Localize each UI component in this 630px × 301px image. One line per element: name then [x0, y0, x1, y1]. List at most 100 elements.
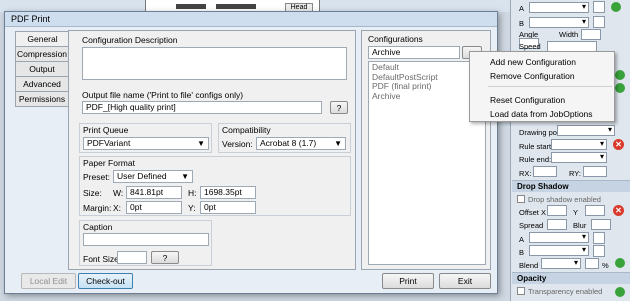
opacity-section: Opacity: [512, 272, 630, 284]
chevron-down-icon: ▼: [181, 172, 189, 181]
general-panel: Configuration Description Output file na…: [68, 30, 356, 270]
offset-y-field[interactable]: [585, 205, 605, 216]
rule-end-dropdown[interactable]: [551, 152, 607, 163]
width-label: W:: [113, 188, 124, 198]
blend-dropdown[interactable]: [541, 258, 581, 269]
configuration-selected-value: Archive: [372, 47, 401, 57]
color-a-swatch[interactable]: [593, 1, 605, 13]
exit-button[interactable]: Exit: [439, 273, 491, 289]
rule-end-label: Rule end:: [519, 155, 552, 164]
shadow-a-swatch[interactable]: [593, 232, 605, 244]
ok-icon: [615, 70, 625, 80]
font-size-button[interactable]: ?: [151, 251, 179, 264]
rule-start-label: Rule start:: [519, 142, 554, 151]
ok-icon: [615, 258, 625, 268]
margin-y-field[interactable]: 0pt: [200, 201, 256, 214]
ry-field[interactable]: [583, 166, 607, 177]
height-label: H:: [188, 188, 197, 198]
color-b-label: B: [519, 19, 525, 28]
chevron-down-icon: ▼: [334, 139, 342, 148]
blur-label: Blur: [573, 221, 587, 230]
configuration-context-menu: Add new Configuration Remove Configurati…: [469, 51, 615, 122]
compatibility-group: Compatibility Version: Acrobat 8 (1.7) ▼: [218, 123, 351, 153]
paper-format-title: Paper Format: [83, 158, 135, 168]
color-a-label: A: [519, 4, 525, 13]
properties-panel: A B Angle Width Speed Drawing pos: Rule …: [510, 0, 630, 301]
margin-x-label: X:: [113, 203, 122, 213]
tab-compression[interactable]: Compression: [15, 46, 69, 62]
speed-label: Speed: [519, 42, 541, 51]
preset-select[interactable]: User Defined ▼: [113, 170, 193, 183]
compatibility-title: Compatibility: [222, 125, 271, 135]
tab-general[interactable]: General: [15, 31, 69, 47]
shadow-a-label: A: [519, 235, 525, 244]
close-icon[interactable]: ✕: [613, 205, 624, 216]
list-item[interactable]: Archive: [369, 91, 485, 102]
spread-field[interactable]: [547, 219, 567, 230]
config-description-field[interactable]: [82, 47, 347, 80]
menu-item-add-configuration[interactable]: Add new Configuration: [490, 57, 576, 67]
menu-item-remove-configuration[interactable]: Remove Configuration: [490, 71, 575, 81]
offset-x-label: Offset X: [519, 208, 546, 217]
output-file-help-button[interactable]: ?: [330, 101, 348, 114]
width-field[interactable]: [581, 29, 601, 40]
spread-label: Spread: [519, 221, 544, 230]
margin-x-field[interactable]: 0pt: [126, 201, 182, 214]
version-select[interactable]: Acrobat 8 (1.7) ▼: [256, 137, 346, 150]
version-label: Version:: [222, 139, 253, 149]
color-a-dropdown[interactable]: [529, 2, 589, 13]
color-b-dropdown[interactable]: [529, 17, 589, 28]
shadow-a-dropdown[interactable]: [529, 232, 589, 243]
width-label: Width: [559, 30, 579, 39]
blend-percent-field[interactable]: [585, 258, 599, 269]
config-description-title: Configuration Description: [82, 35, 178, 45]
transparency-label: Transparency enabled: [528, 287, 603, 296]
menu-item-load-jobopions[interactable]: Load data from JobOptions: [490, 109, 593, 119]
ok-icon: [615, 83, 625, 93]
menu-item-reset-configuration[interactable]: Reset Configuration: [490, 95, 565, 105]
close-icon[interactable]: ✕: [613, 139, 624, 150]
color-b-swatch[interactable]: [593, 16, 605, 28]
caption-field[interactable]: [83, 233, 209, 246]
check-out-button[interactable]: Check-out: [78, 273, 133, 289]
output-file-title: Output file name ('Print to file' config…: [82, 90, 244, 100]
tab-output[interactable]: Output: [15, 61, 69, 77]
ok-icon: [615, 287, 625, 297]
paper-format-group: Paper Format Preset: User Defined ▼ Size…: [79, 156, 351, 216]
print-button[interactable]: Print: [382, 273, 434, 289]
ry-label: RY:: [569, 169, 581, 178]
font-size-field[interactable]: [117, 251, 147, 264]
print-queue-group: Print Queue PDFVariant ▼: [79, 123, 212, 153]
offset-x-field[interactable]: [547, 205, 567, 216]
ok-icon: [611, 2, 621, 12]
chevron-down-icon: ▼: [197, 139, 205, 148]
offset-y-label: Y: [573, 208, 579, 217]
drop-shadow-label: Drop shadow enabled: [528, 195, 601, 204]
preset-value: User Defined: [117, 171, 167, 181]
rule-start-dropdown[interactable]: [551, 139, 607, 150]
tab-permissions[interactable]: Permissions: [15, 91, 69, 107]
drop-shadow-section: Drop Shadow: [512, 180, 630, 192]
tab-advanced[interactable]: Advanced: [15, 76, 69, 92]
width-field[interactable]: 841.81pt: [126, 186, 182, 199]
configuration-select[interactable]: Archive: [368, 46, 460, 59]
configurations-title: Configurations: [368, 34, 423, 44]
font-size-label: Font Size:: [83, 254, 122, 264]
preset-label: Preset:: [83, 172, 110, 182]
output-file-field[interactable]: PDF_[High quality print]: [82, 101, 322, 114]
shadow-b-dropdown[interactable]: [529, 245, 589, 256]
height-field[interactable]: 1698.35pt: [200, 186, 256, 199]
blur-field[interactable]: [591, 219, 611, 230]
shadow-b-swatch[interactable]: [593, 245, 605, 257]
local-edit-button[interactable]: Local Edit: [21, 273, 76, 289]
drawing-pos-dropdown[interactable]: [557, 125, 615, 136]
pdf-print-dialog: PDF Print General Compression Output Adv…: [4, 11, 498, 294]
rx-label: RX:: [519, 169, 532, 178]
drop-shadow-checkbox[interactable]: [517, 195, 525, 203]
transparency-checkbox[interactable]: [517, 287, 525, 295]
rx-field[interactable]: [533, 166, 557, 177]
shadow-b-label: B: [519, 248, 525, 257]
print-queue-select[interactable]: PDFVariant ▼: [83, 137, 209, 150]
version-value: Acrobat 8 (1.7): [260, 138, 317, 148]
percent-label: %: [602, 261, 609, 270]
